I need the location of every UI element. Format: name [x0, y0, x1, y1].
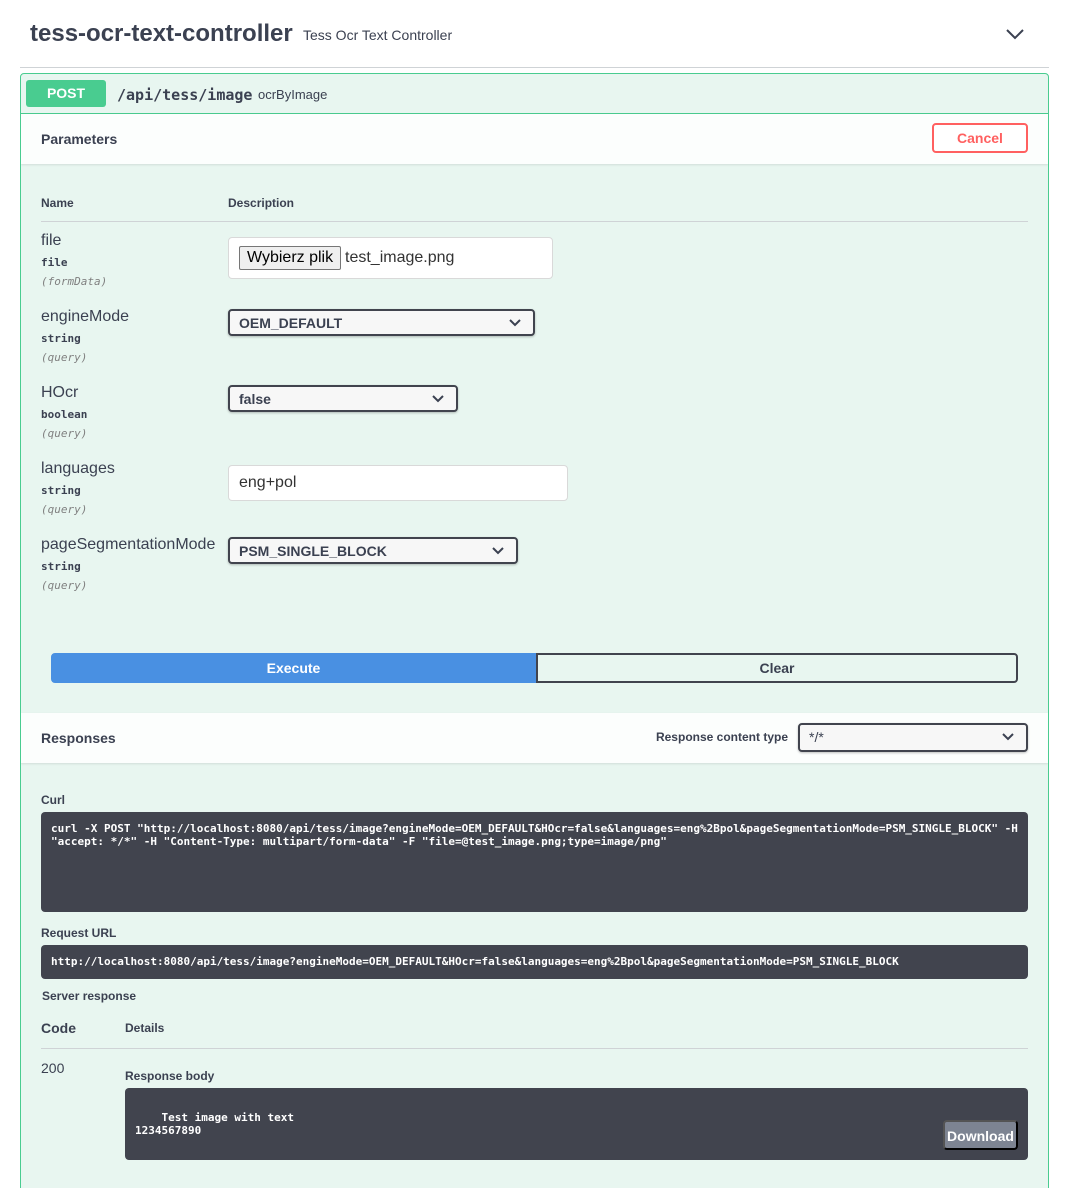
chevron-down-icon [432, 395, 444, 403]
column-description-header: Description [228, 196, 295, 210]
param-in-enginemode: (query) [41, 351, 88, 364]
responses-title: Responses [41, 730, 116, 746]
enginemode-value: OEM_DEFAULT [239, 315, 343, 331]
operation-summary-text: ocrByImage [258, 87, 328, 102]
param-name-enginemode: engineMode [41, 308, 130, 325]
details-column-header: Details [125, 1021, 165, 1035]
param-in-hocr: (query) [41, 427, 88, 440]
parameters-title: Parameters [41, 131, 118, 147]
download-button[interactable]: Download [943, 1120, 1018, 1150]
operation-summary[interactable]: POST /api/tess/image ocrByImage [21, 74, 1048, 114]
file-input[interactable]: Wybierz plik test_image.png [228, 237, 553, 279]
request-url-label: Request URL [41, 926, 117, 940]
pagesegmentationmode-select[interactable]: PSM_SINGLE_BLOCK [228, 537, 518, 564]
curl-label: Curl [41, 793, 65, 807]
response-status-code: 200 [41, 1060, 65, 1076]
chevron-down-icon [509, 319, 521, 327]
param-type-file: file [41, 256, 68, 269]
selected-file-name: test_image.png [345, 249, 455, 266]
response-content-type-label: Response content type [655, 730, 788, 744]
server-response-label: Server response [42, 989, 137, 1003]
enginemode-select[interactable]: OEM_DEFAULT [228, 309, 535, 336]
param-type-hocr: boolean [41, 408, 88, 421]
param-in-file: (formData) [41, 275, 108, 288]
tag-header[interactable]: tess-ocr-text-controller Tess Ocr Text C… [20, 0, 1049, 68]
param-name-pagesegmentationmode: pageSegmentationMode [41, 536, 216, 553]
operation-path: /api/tess/image [117, 86, 253, 104]
divider [41, 1048, 1028, 1049]
chevron-down-icon [492, 547, 504, 555]
response-content-type-select[interactable]: */* [798, 723, 1028, 752]
param-name-hocr: HOcr [41, 384, 79, 401]
languages-input[interactable]: eng+pol [228, 465, 568, 501]
divider [41, 221, 1028, 222]
method-badge: POST [26, 80, 106, 107]
param-type-pagesegmentationmode: string [41, 560, 81, 573]
operation-block: POST /api/tess/image ocrByImage Paramete… [20, 73, 1049, 1188]
languages-value: eng+pol [239, 474, 297, 491]
curl-code: curl -X POST "http://localhost:8080/api/… [41, 812, 1028, 912]
hocr-value: false [239, 391, 271, 407]
parameters-header: Parameters Cancel [21, 114, 1048, 164]
param-in-pagesegmentationmode: (query) [41, 579, 88, 592]
chevron-down-icon [1002, 733, 1014, 741]
request-url-code: http://localhost:8080/api/tess/image?eng… [41, 945, 1028, 979]
cancel-button[interactable]: Cancel [932, 123, 1028, 153]
param-name-file: file [41, 232, 62, 249]
response-content-type-value: */* [809, 729, 824, 745]
param-in-languages: (query) [41, 503, 88, 516]
param-type-enginemode: string [41, 332, 81, 345]
code-column-header: Code [41, 1020, 76, 1036]
clear-button[interactable]: Clear [536, 653, 1018, 683]
response-body-text: Test image with text 1234567890 [135, 1111, 294, 1137]
response-body-label: Response body [125, 1069, 215, 1083]
execute-button[interactable]: Execute [51, 653, 536, 683]
responses-header: Responses Response content type */* [21, 713, 1048, 763]
chevron-down-icon[interactable] [1005, 24, 1025, 44]
choose-file-button[interactable]: Wybierz plik [239, 246, 342, 270]
response-body: Test image with text 1234567890 Download [125, 1088, 1028, 1160]
hocr-select[interactable]: false [228, 385, 458, 412]
param-name-languages: languages [41, 460, 115, 477]
column-name-header: Name [41, 196, 74, 210]
tag-title: tess-ocr-text-controller [30, 20, 293, 47]
pagesegmentationmode-value: PSM_SINGLE_BLOCK [239, 543, 387, 559]
param-type-languages: string [41, 484, 81, 497]
tag-description: Tess Ocr Text Controller [303, 27, 453, 43]
